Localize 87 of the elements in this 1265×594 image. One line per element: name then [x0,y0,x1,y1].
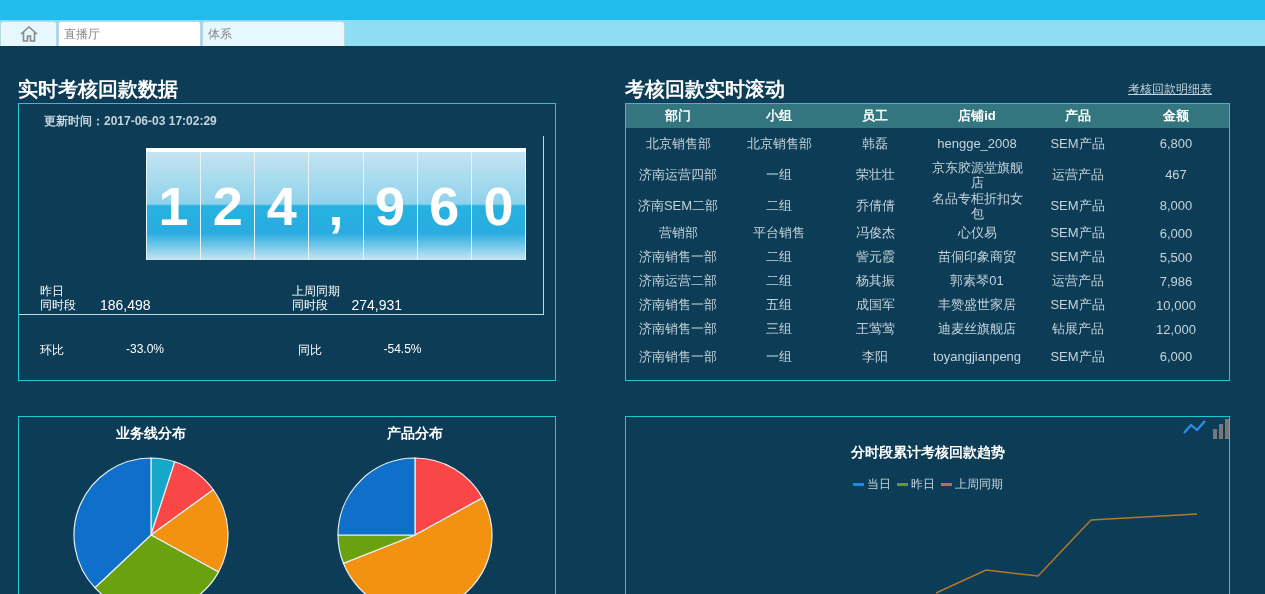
stat-label: 同时段 [40,298,77,312]
legend-label: 上周同期 [954,476,1003,493]
table-cell-text: 6,000 [1158,225,1194,241]
table-cell-text: 钻展产品 [1050,320,1105,338]
table-cell-text: 7,986 [1158,273,1194,289]
table-cell-text: 一组 [765,349,793,364]
ratio-label: 同比 [297,342,323,359]
column-header: 员工 [861,107,889,125]
table-cell-text: 王莺莺 [854,320,896,338]
ratio-value: -54.5% [383,342,422,358]
table-cell-text: 8,000 [1158,198,1194,213]
table-cell-text: 冯俊杰 [854,224,896,242]
table-cell-text: 运营产品 [1050,167,1105,182]
table-cell-text: 韩磊 [861,136,889,151]
table-cell-text: SEM产品 [1049,224,1106,242]
table-cell-text: 济南销售一部 [638,296,718,314]
ratio-label: 环比 [40,342,65,359]
table-cell-text: 二组 [765,248,793,266]
table-cell-text: 467 [1164,167,1188,182]
table-cell-text: SEM产品 [1049,349,1106,364]
table-cell-text: hengge_2008 [936,136,1018,151]
table-cell-text: 6,000 [1158,349,1194,364]
table-cell-text: 一组 [765,167,793,182]
table-cell-text: 乔倩倩 [854,198,896,213]
legend-label: 当日 [866,476,891,493]
stat-value: 274,931 [351,297,403,313]
table-cell-text: 李阳 [861,349,889,364]
table-cell-text: 京东胶源堂旗舰店 [930,159,1024,190]
column-header: 产品 [1063,107,1092,125]
table-cell-text: SEM产品 [1049,198,1106,213]
stat-label: 昨日 [40,284,65,298]
bar-chart-icon[interactable] [1213,419,1229,439]
home-tab[interactable] [0,21,57,46]
table-cell-text: 苗侗印象商贸 [937,248,1017,266]
legend-label: 昨日 [910,476,935,493]
chart-title: 产品分布 [387,425,443,443]
chart-title: 分时段累计考核回款趋势 [849,444,1006,462]
table-cell-text: 6,800 [1158,136,1194,151]
table-cell-text: 济南销售一部 [638,248,718,266]
table-cell-text: SEM产品 [1049,136,1106,151]
table-cell-text: 济南销售一部 [638,349,718,364]
table-cell-text: 迪麦丝旗舰店 [937,320,1017,338]
table-cell-text: 10,000 [1155,297,1197,313]
table-cell-text: 营销部 [657,224,699,242]
table-cell-text: toyangjianpeng [931,349,1023,364]
stat-label: 上周同期 [291,284,341,298]
table-cell-text: 訾元霞 [854,248,896,266]
table-cell-text: 5,500 [1158,249,1194,265]
table-cell-text: 荣壮壮 [854,167,896,182]
column-header: 小组 [765,107,793,125]
table-cell-text: 北京销售部 [745,136,813,151]
update-time: 更新时间：2017-06-03 17:02:29 [43,113,218,130]
column-header: 部门 [664,107,692,125]
table-cell-text: 济南运营四部 [638,167,718,182]
column-header: 金额 [1162,107,1190,125]
table-cell-text: 运营产品 [1050,272,1105,290]
table-cell-text: 名品专柜折扣女包 [930,190,1024,221]
table-cell-text: 丰赞盛世家居 [937,296,1017,314]
table-cell-text: 二组 [765,272,793,290]
table-cell-text: 济南销售一部 [638,320,718,338]
table-cell-text: 平台销售 [752,224,806,242]
table-cell-text: 郭素琴01 [949,272,1005,290]
stat-value: 186,498 [100,297,151,313]
table-cell-text: SEM产品 [1049,296,1106,314]
table-cell-text: 北京销售部 [644,136,712,151]
tab[interactable]: 体系 [202,21,345,46]
stat-label: 同时段 [291,298,329,312]
table-cell-text: 成国军 [854,296,896,314]
home-icon [18,25,39,43]
table-cell-text: 济南运营二部 [638,272,718,290]
table-cell-text: 二组 [765,198,793,213]
table-cell-text: SEM产品 [1049,248,1106,266]
line-chart-icon[interactable] [1183,419,1207,435]
ratio-value: -33.0% [126,342,165,358]
table-cell-text: 五组 [765,296,793,314]
table-cell-text: 三组 [765,320,793,338]
detail-link[interactable]: 考核回款明细表 [1128,80,1212,98]
tab[interactable]: 直播厅 [58,21,201,46]
table-cell-text: 济南SEM二部 [636,198,720,213]
table-cell-text: 心仪易 [956,224,998,242]
column-header: 店铺id [957,107,997,125]
section-title: 实时考核回款数据 [18,76,178,102]
table-cell-text: 杨其振 [854,272,896,290]
table-cell-text: 12,000 [1155,321,1197,337]
section-title: 考核回款实时滚动 [625,76,785,102]
chart-title: 业务线分布 [116,425,186,443]
counter: 1 2 4 , 9 6 0 [146,148,526,260]
